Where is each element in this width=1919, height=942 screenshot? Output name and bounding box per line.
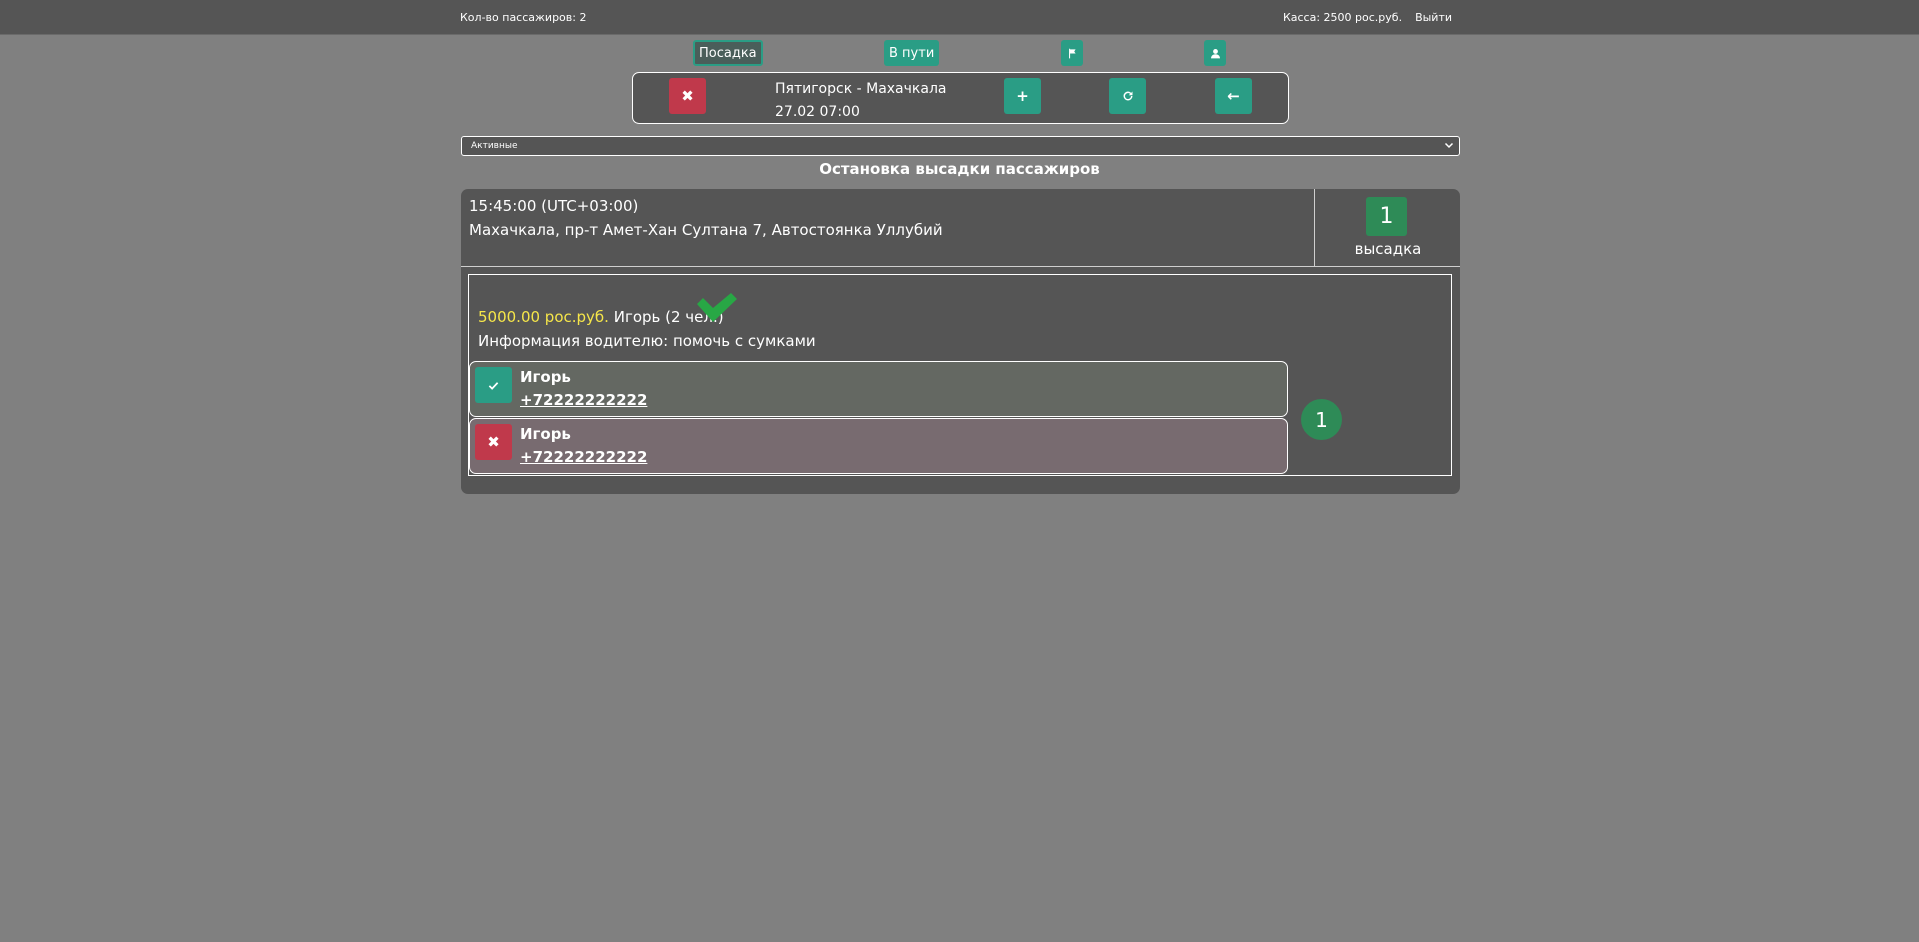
user-icon	[1210, 48, 1220, 58]
trip-route: Пятигорск - Махачкала	[775, 81, 947, 97]
tab-user[interactable]	[1204, 40, 1226, 66]
refresh-icon	[1123, 91, 1132, 101]
top-bar-right: Касса: 2500 рос.руб. Выйти	[1283, 11, 1452, 24]
trip-datetime: 27.02 07:00	[775, 104, 860, 120]
flag-icon	[1068, 48, 1076, 58]
top-bar: Кол-во пассажиров: 2 Касса: 2500 рос.руб…	[0, 0, 1919, 35]
add-button[interactable]: +	[1004, 78, 1041, 114]
passenger-name: Игорь	[520, 425, 571, 443]
status-select[interactable]: Активные	[461, 136, 1460, 156]
cash-balance: Касса: 2500 рос.руб.	[1282, 11, 1403, 24]
tab-boarding[interactable]: Посадка	[693, 40, 763, 66]
stop-card: 15:45:00 (UTC+03:00) Махачкала, пр-т Аме…	[461, 189, 1460, 494]
stop-time: 15:45:00 (UTC+03:00)	[469, 197, 639, 215]
tabs: Посадка В пути	[0, 40, 1919, 68]
tab-on-route[interactable]: В пути	[884, 40, 940, 66]
close-icon: ✖	[487, 433, 500, 451]
status-select-value: Активные	[471, 141, 518, 151]
close-icon: ✖	[681, 87, 694, 105]
passenger-name: Игорь	[520, 368, 571, 386]
trip-panel: ✖ Пятигорск - Махачкала 27.02 07:00 + ←	[632, 72, 1289, 124]
passenger-count: Кол-во пассажиров: 2	[460, 11, 587, 24]
dropoff-label: высадка	[1354, 240, 1422, 258]
passenger-row-cancelled: ✖ Игорь +72222222222	[469, 418, 1288, 474]
order-box: 5000.00 рос.руб. Игорь (2 чел.) Информац…	[468, 274, 1452, 476]
chevron-down-icon	[1444, 142, 1454, 149]
order-price: 5000.00 рос.руб.	[478, 308, 609, 326]
passenger-row-confirmed: Игорь +72222222222	[469, 361, 1288, 417]
checkmark-icon	[488, 381, 499, 390]
stop-header: 15:45:00 (UTC+03:00) Махачкала, пр-т Аме…	[461, 189, 1460, 267]
order-count-badge: 1	[1301, 399, 1342, 440]
tab-flag[interactable]	[1061, 40, 1083, 66]
logout-link[interactable]: Выйти	[1415, 11, 1452, 24]
driver-info: Информация водителю: помочь с сумками	[478, 332, 816, 350]
reject-passenger-button[interactable]: ✖	[475, 424, 512, 460]
check-icon	[697, 293, 737, 322]
dropoff-count: 1	[1366, 197, 1407, 236]
passenger-phone-link[interactable]: +72222222222	[520, 448, 647, 466]
stop-dropoff-summary: 1 высадка	[1314, 189, 1460, 267]
stop-address: Махачкала, пр-т Амет-Хан Султана 7, Авто…	[469, 221, 943, 239]
refresh-button[interactable]	[1109, 78, 1146, 114]
order-summary: 5000.00 рос.руб. Игорь (2 чел.)	[478, 308, 724, 326]
arrow-left-icon: ←	[1227, 87, 1240, 105]
trip-info: Пятигорск - Махачкала 27.02 07:00	[775, 78, 946, 124]
cancel-trip-button[interactable]: ✖	[669, 78, 706, 114]
plus-icon: +	[1016, 87, 1029, 105]
passenger-phone-link[interactable]: +72222222222	[520, 391, 647, 409]
section-title: Остановка высадки пассажиров	[819, 160, 1100, 178]
back-button[interactable]: ←	[1215, 78, 1252, 114]
confirm-passenger-button[interactable]	[475, 367, 512, 403]
